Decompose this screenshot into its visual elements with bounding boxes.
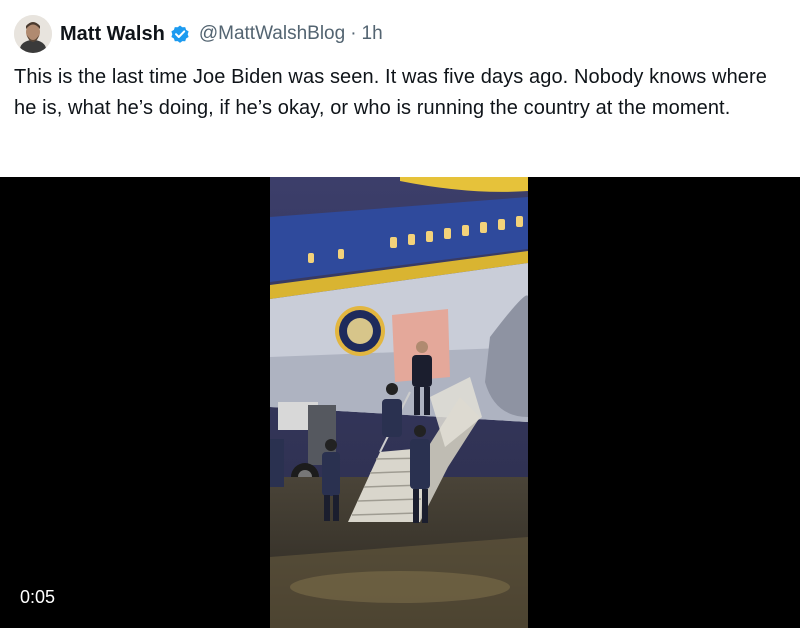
tweet-text: This is the last time Joe Biden was seen… — [14, 66, 768, 119]
avatar[interactable] — [14, 15, 52, 53]
tweet-card[interactable]: Matt Walsh @MattWalshBlog · 1h This is t… — [0, 0, 800, 628]
avatar-image — [14, 15, 52, 53]
verified-badge-icon[interactable] — [169, 23, 191, 45]
video-thumbnail — [270, 177, 528, 628]
video-duration: 0:05 — [20, 587, 56, 607]
video-frame — [270, 177, 528, 628]
author-handle[interactable]: @MattWalshBlog — [199, 23, 345, 45]
timestamp[interactable]: 1h — [362, 23, 383, 45]
separator-dot: · — [350, 23, 357, 44]
video-player[interactable]: 0:05 — [0, 177, 800, 628]
author-name[interactable]: Matt Walsh — [60, 23, 165, 46]
tweet-header: Matt Walsh @MattWalshBlog · 1h — [60, 20, 383, 48]
